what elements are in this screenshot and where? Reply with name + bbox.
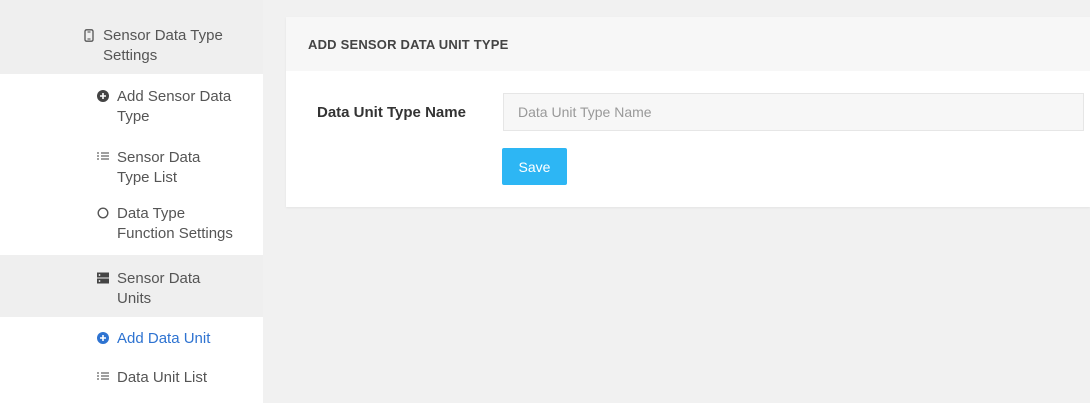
sidebar-item-sensor-data-type-settings[interactable]: Sensor Data Type Settings bbox=[0, 0, 263, 74]
sidebar-item-label: Add Sensor Data Type bbox=[117, 88, 232, 125]
sidebar-item-label: Sensor Data Type List bbox=[117, 149, 201, 186]
plus-circle-icon bbox=[96, 332, 110, 344]
list-icon bbox=[96, 151, 110, 161]
sidebar: Sensor Data Type Settings Add Sensor Dat… bbox=[0, 0, 263, 403]
data-unit-type-name-input[interactable] bbox=[503, 93, 1084, 131]
save-button[interactable]: Save bbox=[502, 148, 567, 185]
sidebar-item-sensor-data-type-list[interactable]: Sensor Data Type List bbox=[0, 137, 263, 195]
card-title: ADD SENSOR DATA UNIT TYPE bbox=[286, 17, 1090, 71]
sidebar-item-add-data-unit[interactable]: Add Data Unit bbox=[0, 317, 263, 358]
sidebar-item-label: Data Type Function Settings bbox=[117, 205, 233, 242]
sidebar-item-label: Sensor Data Units bbox=[117, 270, 201, 307]
sidebar-item-data-unit-list[interactable]: Data Unit List bbox=[0, 358, 263, 398]
list-icon bbox=[96, 371, 110, 381]
data-unit-type-name-row: Data Unit Type Name bbox=[317, 93, 1084, 131]
plus-circle-icon bbox=[96, 90, 110, 102]
sidebar-item-label: Data Unit List bbox=[117, 369, 208, 386]
sidebar-item-add-sensor-data-type[interactable]: Add Sensor Data Type bbox=[0, 74, 263, 137]
mobile-icon bbox=[82, 29, 96, 42]
sidebar-item-label: Add Data Unit bbox=[117, 330, 211, 347]
add-data-unit-type-card: ADD SENSOR DATA UNIT TYPE Data Unit Type… bbox=[286, 17, 1090, 207]
sidebar-item-label: Sensor Data Type Settings bbox=[103, 27, 223, 64]
server-icon bbox=[96, 272, 110, 284]
data-unit-type-name-label: Data Unit Type Name bbox=[317, 103, 466, 121]
sidebar-item-data-type-function-settings[interactable]: Data Type Function Settings bbox=[0, 195, 263, 255]
sidebar-item-sensor-data-units[interactable]: Sensor Data Units bbox=[0, 255, 263, 317]
circle-outline-icon bbox=[96, 207, 110, 219]
